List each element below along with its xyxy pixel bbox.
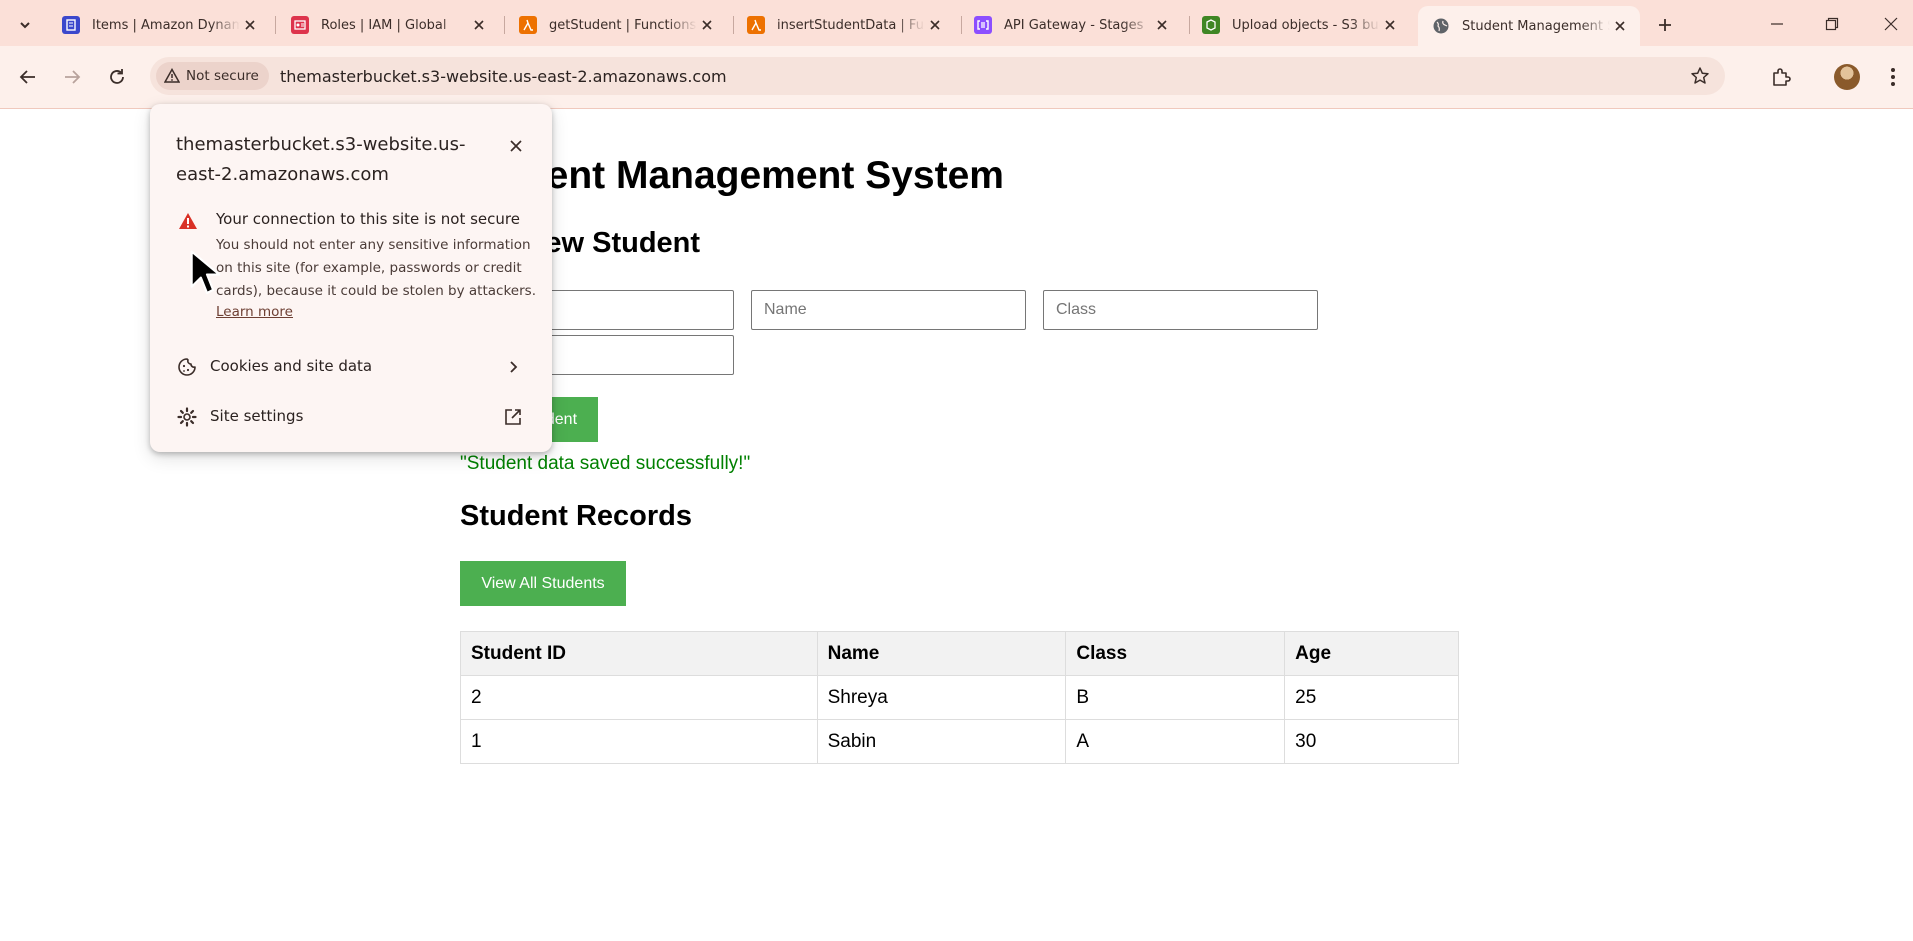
- table-cell: 1: [460, 719, 818, 764]
- forward-button[interactable]: [56, 61, 88, 93]
- tab-dynamodb[interactable]: Items | Amazon DynamoDB: [48, 8, 270, 42]
- table-header-row: Student ID Name Class Age: [460, 631, 1459, 676]
- more-vertical-icon: [1891, 68, 1895, 86]
- class-field[interactable]: [1043, 290, 1318, 330]
- name-field[interactable]: [751, 290, 1026, 330]
- restore-icon: [1825, 17, 1839, 31]
- column-header: Name: [816, 631, 1067, 676]
- gear-icon: [176, 406, 198, 428]
- table-cell: 2: [460, 675, 818, 720]
- learn-more-link[interactable]: Learn more: [216, 304, 293, 320]
- popup-close-button[interactable]: [502, 132, 530, 160]
- browser-menu-button[interactable]: [1878, 61, 1908, 93]
- back-button[interactable]: [12, 61, 44, 93]
- success-message: "Student data saved successfully!": [460, 453, 751, 474]
- plus-icon: [1659, 19, 1671, 31]
- reload-icon: [110, 69, 124, 84]
- table-cell: B: [1065, 675, 1286, 720]
- tab-title: Upload objects - S3 bucket: [1232, 17, 1380, 33]
- security-chip[interactable]: Not secure: [156, 62, 269, 90]
- chevron-down-icon: [20, 22, 30, 29]
- profile-avatar[interactable]: [1834, 64, 1860, 90]
- warning-triangle-icon: [164, 68, 180, 84]
- close-icon[interactable]: [469, 15, 489, 35]
- tab-title: Items | Amazon DynamoDB: [92, 17, 240, 33]
- puzzle-icon: [1773, 68, 1791, 86]
- cookies-label: Cookies and site data: [210, 357, 373, 375]
- close-icon[interactable]: [240, 15, 260, 35]
- site-settings-label: Site settings: [210, 407, 304, 425]
- table-cell: Sabin: [816, 719, 1067, 764]
- mouse-cursor: [190, 250, 224, 301]
- table-cell: 25: [1284, 675, 1459, 720]
- student-records-table: Student ID Name Class Age 2 Shreya B 25 …: [460, 631, 1459, 764]
- column-header: Class: [1065, 631, 1286, 676]
- cookie-icon: [176, 356, 198, 378]
- close-icon[interactable]: [697, 15, 717, 35]
- table-cell: A: [1065, 719, 1286, 764]
- close-window-button[interactable]: [1869, 8, 1913, 40]
- arrow-left-icon: [19, 70, 35, 84]
- tab-strip: Items | Amazon DynamoDB Roles | IAM | Gl…: [0, 0, 1913, 46]
- close-icon[interactable]: [1152, 15, 1172, 35]
- close-icon[interactable]: [1380, 15, 1400, 35]
- connection-warning-title: Your connection to this site is not secu…: [216, 210, 520, 228]
- arrow-right-icon: [65, 70, 81, 84]
- tab-getstudent-lambda[interactable]: getStudent | Functions: [505, 8, 727, 42]
- site-settings-row[interactable]: Site settings: [150, 393, 552, 439]
- close-icon[interactable]: [925, 15, 945, 35]
- warning-triangle-icon: [178, 212, 198, 234]
- records-heading: Student Records: [460, 500, 693, 532]
- popup-host: themasterbucket.s3-website.us-east-2.ama…: [176, 134, 466, 185]
- tab-student-management[interactable]: Student Management System: [1418, 6, 1640, 46]
- chevron-right-icon: [502, 356, 524, 378]
- minimize-button[interactable]: [1755, 8, 1799, 40]
- close-icon: [1884, 17, 1898, 31]
- star-icon: [1691, 67, 1709, 84]
- tab-separator: [275, 16, 276, 34]
- new-tab-button[interactable]: [1650, 10, 1680, 40]
- table-cell: 30: [1284, 719, 1459, 764]
- table-row: 2 Shreya B 25: [460, 675, 1459, 720]
- restore-button[interactable]: [1810, 8, 1854, 40]
- close-icon: [510, 140, 522, 152]
- security-label: Not secure: [186, 68, 259, 84]
- cookies-and-site-data-row[interactable]: Cookies and site data: [150, 343, 552, 389]
- iam-icon: [291, 16, 309, 34]
- globe-icon: [1432, 17, 1450, 35]
- open-in-new-icon: [502, 406, 524, 428]
- column-header: Age: [1284, 631, 1459, 676]
- lambda-icon: [519, 16, 537, 34]
- tab-insertstudent-lambda[interactable]: insertStudentData | Functions: [733, 8, 955, 42]
- close-icon[interactable]: [1610, 16, 1630, 36]
- extensions-button[interactable]: [1765, 61, 1797, 93]
- s3-icon: [1202, 16, 1220, 34]
- view-all-students-button[interactable]: View All Students: [460, 561, 626, 606]
- tab-s3-upload[interactable]: Upload objects - S3 bucket: [1188, 8, 1410, 42]
- tab-api-gateway[interactable]: API Gateway - Stages: [960, 8, 1182, 42]
- connection-warning-body: You should not enter any sensitive infor…: [216, 237, 536, 299]
- tab-title: API Gateway - Stages: [1004, 17, 1144, 33]
- tab-title: Roles | IAM | Global: [321, 17, 447, 33]
- bookmark-button[interactable]: [1685, 61, 1715, 91]
- tab-title: insertStudentData | Functions: [777, 17, 925, 33]
- browser-toolbar: Not secure themasterbucket.s3-website.us…: [0, 46, 1913, 109]
- column-header: Student ID: [460, 631, 818, 676]
- api-gateway-icon: [974, 16, 992, 34]
- tab-title: getStudent | Functions: [549, 17, 697, 33]
- table-row: 1 Sabin A 30: [460, 719, 1459, 764]
- minimize-icon: [1771, 23, 1783, 25]
- tab-iam[interactable]: Roles | IAM | Global: [277, 8, 499, 42]
- reload-button[interactable]: [101, 61, 133, 93]
- url-text: themasterbucket.s3-website.us-east-2.ama…: [280, 67, 727, 86]
- table-cell: Shreya: [816, 675, 1067, 720]
- dynamodb-icon: [62, 16, 80, 34]
- tab-title: Student Management System: [1462, 18, 1610, 34]
- tab-search-button[interactable]: [10, 10, 40, 40]
- lambda-icon: [747, 16, 765, 34]
- address-bar[interactable]: Not secure themasterbucket.s3-website.us…: [150, 57, 1725, 95]
